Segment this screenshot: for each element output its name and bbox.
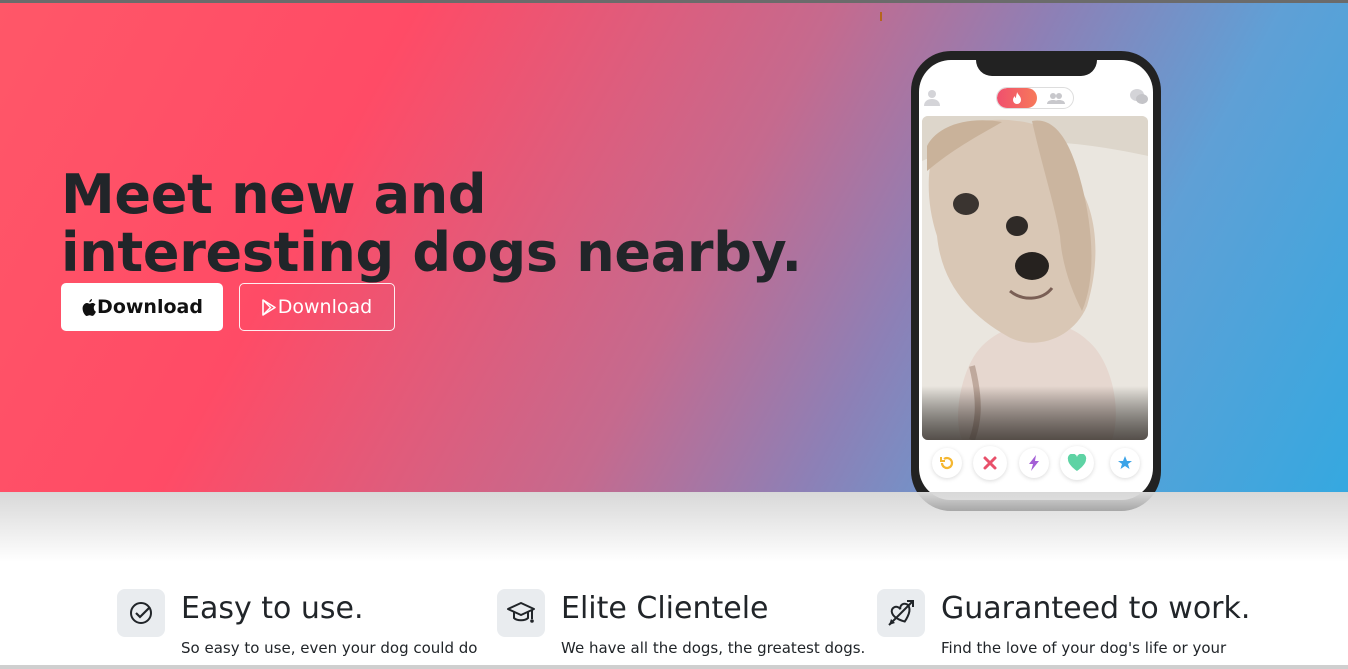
boost-icon[interactable] <box>1019 448 1049 478</box>
phone-notch <box>976 60 1097 76</box>
dog-photo <box>922 116 1148 440</box>
discovery-toggle[interactable] <box>996 87 1074 109</box>
bottom-border <box>0 665 1348 669</box>
play-store-download-button[interactable]: Download <box>239 283 395 331</box>
feature-title: Elite Clientele <box>561 591 769 626</box>
hero-headline: Meet new and interesting dogs nearby. <box>61 163 802 284</box>
dog-profile-card[interactable] <box>922 116 1148 440</box>
heart-arrow-icon <box>877 589 925 637</box>
action-bar <box>919 446 1153 482</box>
flame-icon <box>997 88 1037 108</box>
feature-title: Easy to use. <box>181 591 364 626</box>
rewind-icon[interactable] <box>932 448 962 478</box>
feature-easy-to-use: Easy to use. So easy to use, even your d… <box>117 589 497 669</box>
play-store-download-label: Download <box>277 296 373 318</box>
app-header <box>919 82 1153 116</box>
like-icon[interactable] <box>1060 446 1094 480</box>
feature-text: We have all the dogs, the greatest dogs. <box>561 639 866 657</box>
feature-text: Find the love of your dog's life or your <box>941 639 1227 657</box>
check-circle-icon <box>117 589 165 637</box>
apple-icon <box>81 297 97 317</box>
feature-guaranteed: Guaranteed to work. Find the love of you… <box>877 589 1257 669</box>
super-like-icon[interactable] <box>1110 448 1140 478</box>
feature-text: So easy to use, even your dog could do <box>181 639 478 657</box>
group-icon <box>1041 90 1071 106</box>
graduation-cap-icon <box>497 589 545 637</box>
app-store-download-button[interactable]: Download <box>61 283 223 331</box>
phone-mockup <box>911 51 1161 511</box>
chat-icon[interactable] <box>1129 88 1149 110</box>
nope-icon[interactable] <box>973 446 1007 480</box>
phone-screen <box>919 60 1153 500</box>
cursor-marker <box>880 12 882 21</box>
feature-elite-clientele: Elite Clientele We have all the dogs, th… <box>497 589 877 669</box>
app-store-download-label: Download <box>97 296 203 318</box>
profile-icon[interactable] <box>923 88 941 110</box>
feature-title: Guaranteed to work. <box>941 591 1251 626</box>
google-play-icon <box>262 297 278 317</box>
hero-shadow <box>0 492 1348 562</box>
